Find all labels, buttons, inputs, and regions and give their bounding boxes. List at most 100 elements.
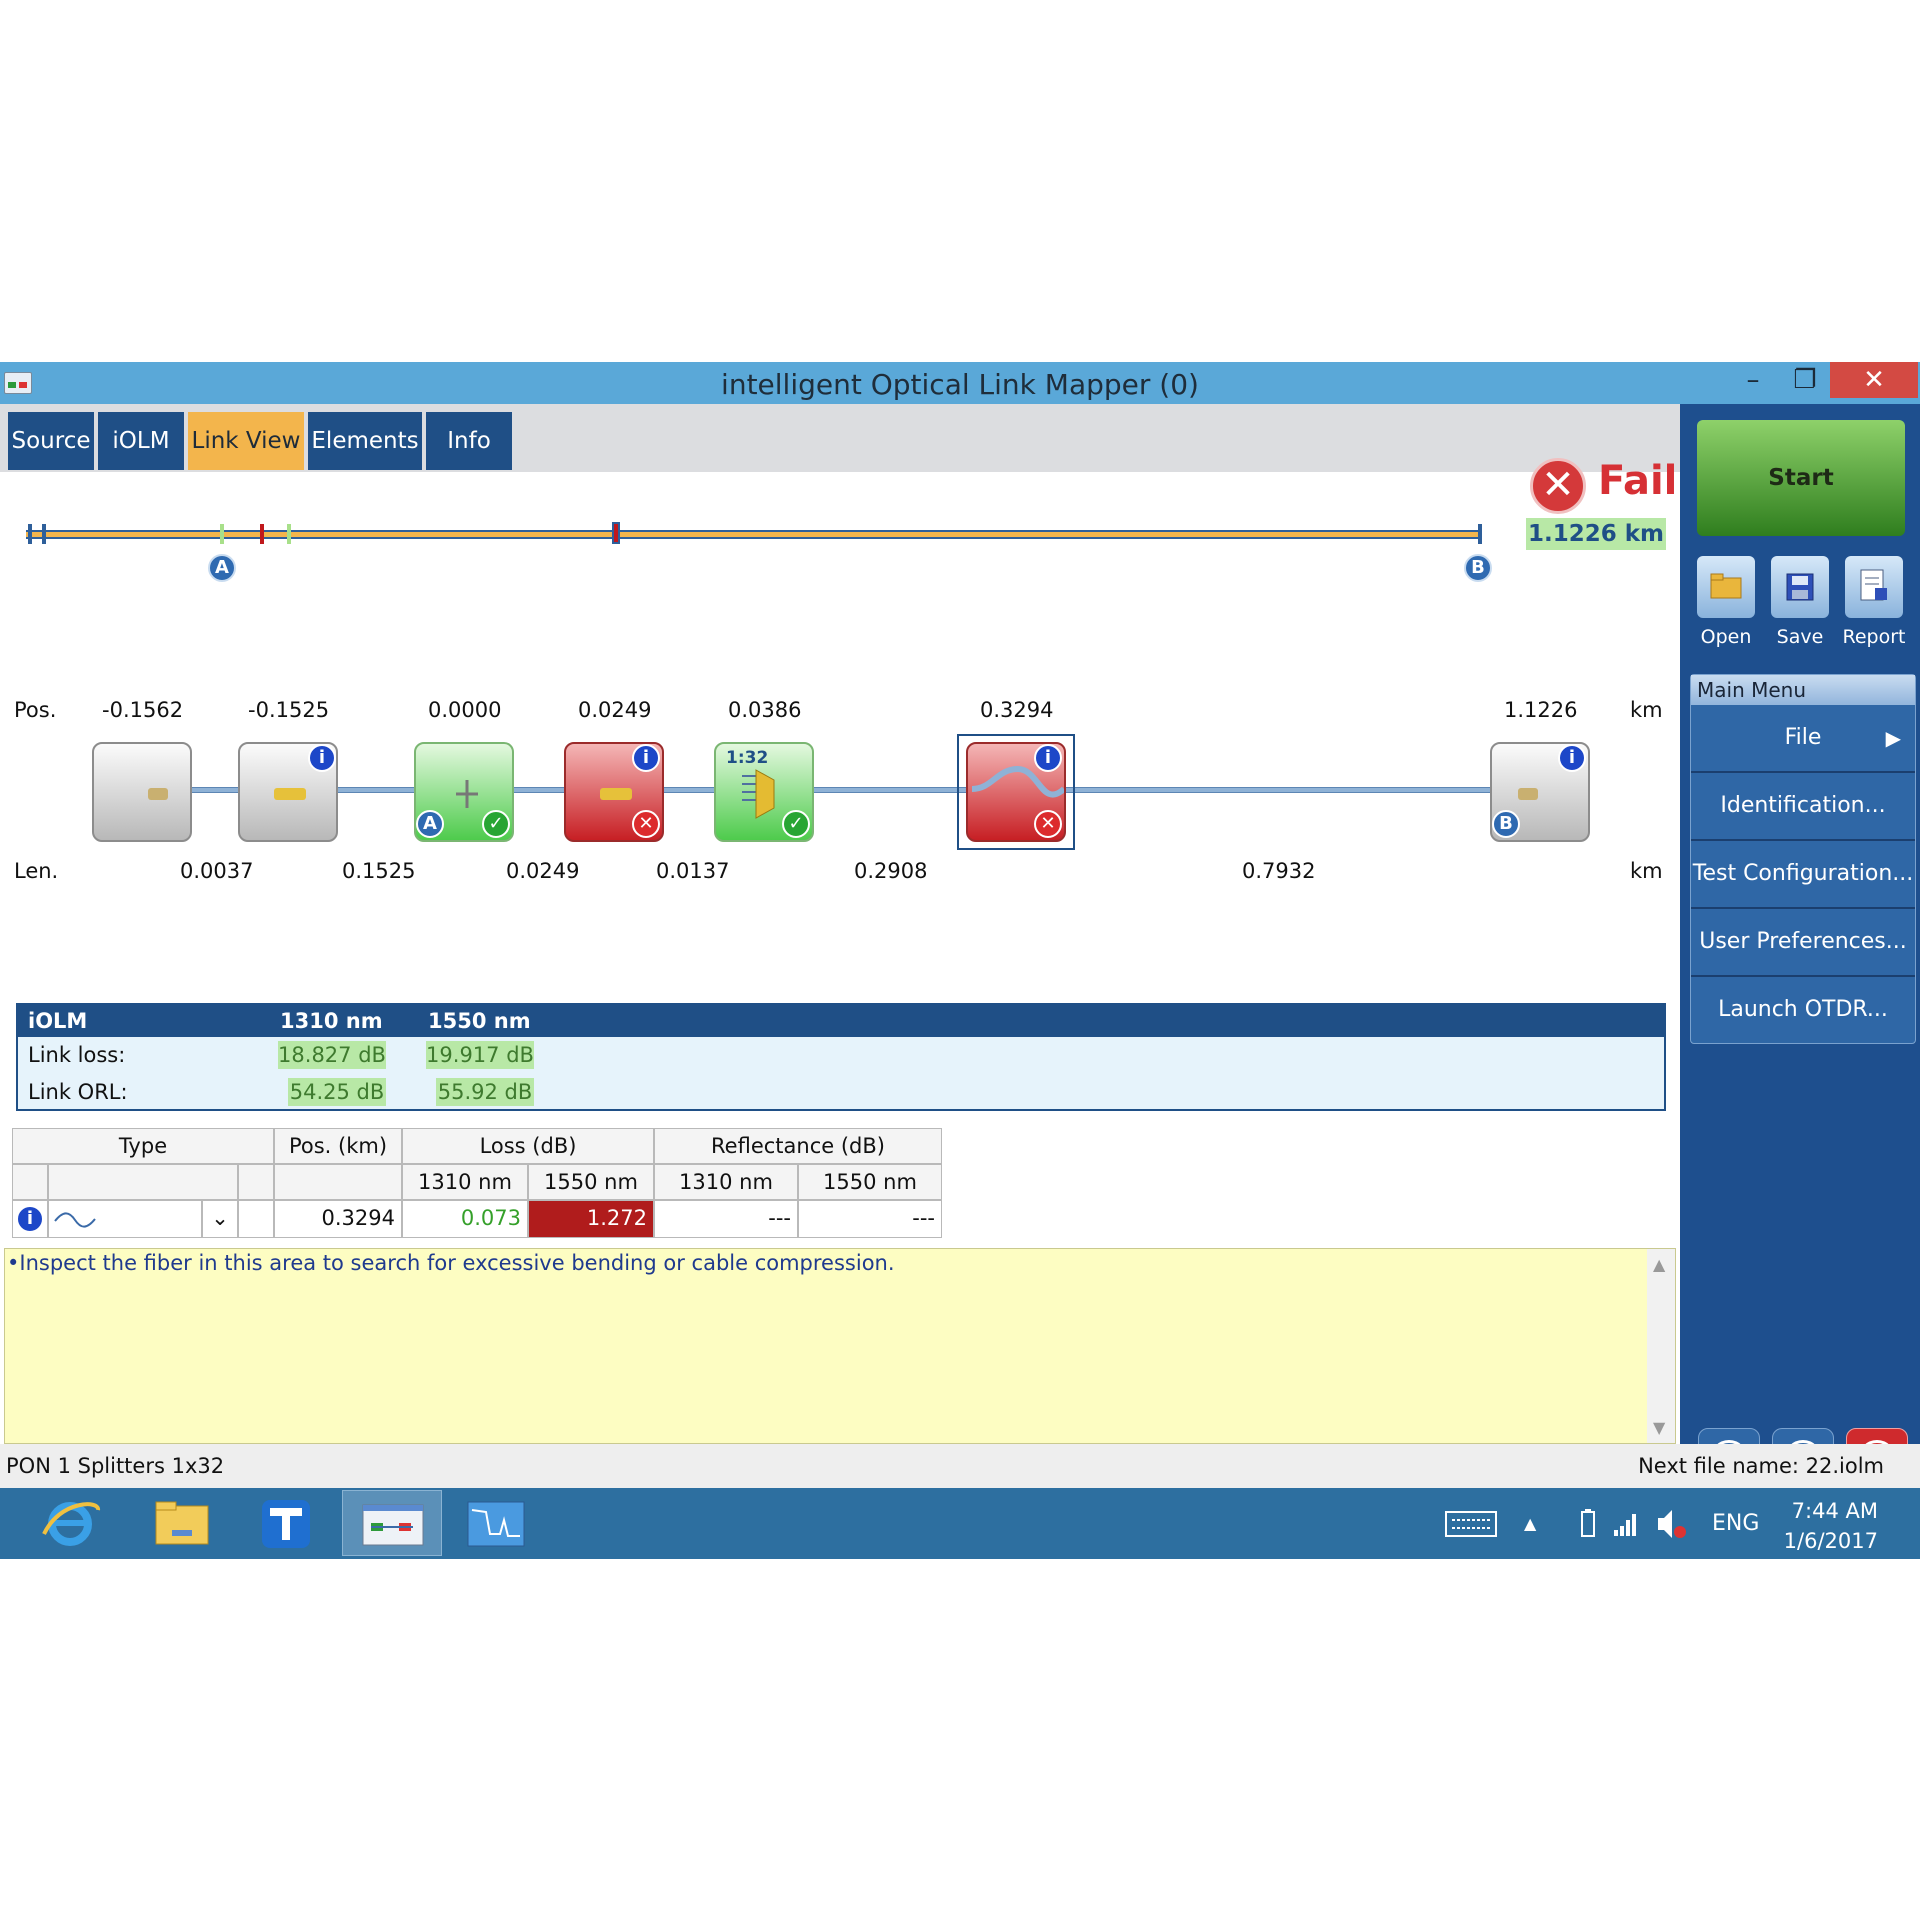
segment-length: 0.0137 xyxy=(656,859,730,883)
segment-length: 0.2908 xyxy=(854,859,928,883)
notes-scrollbar[interactable]: ▲ ▼ xyxy=(1647,1249,1675,1443)
speaker-muted-icon[interactable] xyxy=(1654,1488,1688,1588)
link-orl-1310: 54.25 dB xyxy=(288,1078,386,1106)
battery-icon[interactable] xyxy=(1578,1488,1598,1588)
link-element-splitter[interactable]: 1:32 ✓ xyxy=(714,742,814,842)
status-bar: PON 1 Splitters 1x32 Next file name: 22.… xyxy=(0,1444,1920,1488)
system-clock[interactable]: 7:44 AM 1/6/2017 xyxy=(1784,1496,1878,1556)
iolm-app-icon xyxy=(362,1504,424,1546)
battery-glyph-icon xyxy=(1581,1509,1595,1537)
segment-length: 0.1525 xyxy=(342,859,416,883)
pos-unit: km xyxy=(1630,698,1663,722)
link-element-connector[interactable]: i xyxy=(238,742,338,842)
file-explorer-icon xyxy=(155,1501,209,1545)
scroll-up-icon[interactable]: ▲ xyxy=(1653,1255,1665,1274)
close-window-button[interactable]: ✕ xyxy=(1830,362,1918,398)
element-position: 0.0386 xyxy=(728,698,802,722)
subheader-blank xyxy=(274,1164,402,1200)
marker-b-icon: B xyxy=(1464,554,1492,582)
len-label: Len. xyxy=(14,859,59,883)
cell-loss-1550: 1.272 xyxy=(528,1200,654,1238)
link-element-macrobend[interactable]: i ✕ xyxy=(966,742,1066,842)
keyboard-icon[interactable] xyxy=(1444,1488,1498,1588)
tab-info[interactable]: Info xyxy=(426,412,512,470)
type-dropdown-button[interactable]: ⌄ xyxy=(202,1200,238,1238)
marker-a-icon: A xyxy=(208,554,236,582)
segment-length: 0.7932 xyxy=(1242,859,1316,883)
minimize-button[interactable]: – xyxy=(1724,362,1782,398)
network-signal-icon[interactable] xyxy=(1612,1488,1640,1588)
menu-item-test-configuration[interactable]: Test Configuration... xyxy=(1691,841,1915,909)
tab-iolm[interactable]: iOLM xyxy=(98,412,184,470)
status-fail-label: Fail xyxy=(1598,458,1678,504)
overview-cursor[interactable] xyxy=(612,522,620,544)
signal-bars-icon xyxy=(1614,1514,1636,1536)
splitter-icon xyxy=(742,769,775,819)
subheader-loss-1550: 1550 nm xyxy=(528,1164,654,1200)
summary-row-label: Link ORL: xyxy=(28,1080,128,1104)
element-position: -0.1562 xyxy=(102,698,184,722)
col-header-reflectance: Reflectance (dB) xyxy=(654,1128,942,1164)
tab-source[interactable]: Source xyxy=(8,412,94,470)
internet-explorer-icon xyxy=(42,1502,100,1546)
taskbar-t-app-button[interactable] xyxy=(236,1490,336,1556)
tab-elements[interactable]: Elements xyxy=(308,412,422,470)
taskbar: ▲ ENG 7:44 AM 1/6/2017 xyxy=(0,1488,1920,1559)
menu-item-label: File xyxy=(1784,725,1822,750)
submenu-arrow-icon: ▶ xyxy=(1885,726,1901,750)
maximize-button[interactable]: ❐ xyxy=(1776,362,1834,398)
link-element-connector-fail[interactable]: i ✕ xyxy=(564,742,664,842)
clock-time: 7:44 AM xyxy=(1791,1499,1878,1523)
element-position: 0.0249 xyxy=(578,698,652,722)
row-info-cell[interactable]: i xyxy=(12,1200,48,1238)
info-badge-icon: i xyxy=(632,744,660,772)
show-hidden-icons-icon[interactable]: ▲ xyxy=(1524,1488,1536,1559)
report-button[interactable] xyxy=(1845,556,1903,618)
link-overview-bar[interactable] xyxy=(26,530,1482,539)
right-sidebar: Start Open Save Report Main Menu File ▶ … xyxy=(1680,404,1920,1490)
keyboard-glyph-icon xyxy=(1445,1511,1497,1537)
menu-item-launch-otdr[interactable]: Launch OTDR... xyxy=(1691,977,1915,1045)
summary-wl-1550: 1550 nm xyxy=(428,1009,531,1033)
link-element-receive[interactable]: i B xyxy=(1490,742,1590,842)
type-select[interactable] xyxy=(48,1200,202,1238)
link-element-marker-a[interactable]: A ✓ xyxy=(414,742,514,842)
taskbar-ie-button[interactable] xyxy=(20,1490,120,1556)
total-length-badge: 1.1226 km xyxy=(1526,518,1666,550)
cell-refl-1310: --- xyxy=(654,1200,798,1238)
diagnosis-text: •Inspect the fiber in this area to searc… xyxy=(7,1251,895,1275)
summary-title: iOLM xyxy=(28,1009,88,1033)
taskbar-otdr-button[interactable] xyxy=(446,1490,546,1556)
row-blank-cell xyxy=(238,1200,274,1238)
splice-cross-icon xyxy=(456,780,478,808)
chevron-down-icon: ⌄ xyxy=(211,1206,229,1230)
link-element-launch[interactable] xyxy=(92,742,192,842)
segment-length: 0.0037 xyxy=(180,859,254,883)
scroll-down-icon[interactable]: ▼ xyxy=(1653,1418,1665,1437)
menu-item-user-preferences[interactable]: User Preferences... xyxy=(1691,909,1915,977)
language-indicator[interactable]: ENG xyxy=(1712,1488,1759,1559)
tab-link-view[interactable]: Link View xyxy=(188,412,304,470)
subheader-loss-1310: 1310 nm xyxy=(402,1164,528,1200)
pos-label: Pos. xyxy=(14,698,57,722)
taskbar-iolm-button[interactable] xyxy=(342,1490,442,1556)
info-badge-icon: i xyxy=(1034,744,1062,772)
element-position: -0.1525 xyxy=(248,698,330,722)
start-button[interactable]: Start xyxy=(1697,420,1905,536)
fail-icon: ✕ xyxy=(1530,458,1586,514)
fail-x-icon: ✕ xyxy=(632,810,660,838)
summary-header: iOLM 1310 nm 1550 nm xyxy=(18,1005,1664,1037)
col-header-loss: Loss (dB) xyxy=(402,1128,654,1164)
t-app-icon xyxy=(262,1500,310,1548)
cell-loss-1310: 0.073 xyxy=(402,1200,528,1238)
diagnosis-notes[interactable]: •Inspect the fiber in this area to searc… xyxy=(4,1248,1676,1444)
menu-item-file[interactable]: File ▶ xyxy=(1691,705,1915,773)
col-header-type: Type xyxy=(12,1128,274,1164)
link-orl-1550: 55.92 dB xyxy=(436,1078,534,1106)
save-button[interactable] xyxy=(1771,556,1829,618)
menu-item-identification[interactable]: Identification... xyxy=(1691,773,1915,841)
taskbar-explorer-button[interactable] xyxy=(132,1490,232,1556)
overview-tick xyxy=(1478,524,1482,544)
overview-tick xyxy=(28,524,32,544)
open-button[interactable] xyxy=(1697,556,1755,618)
